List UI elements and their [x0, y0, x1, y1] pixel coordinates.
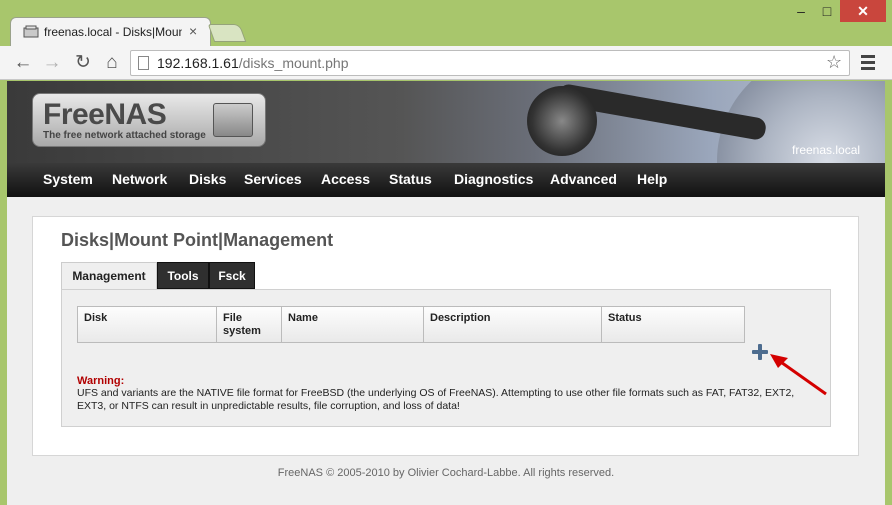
column-name: Name: [282, 307, 424, 342]
menu-advanced[interactable]: Advanced: [550, 171, 617, 187]
title-bar: freenas.local - Disks|Moun × ‒ □ ✕: [0, 0, 892, 46]
warning-text: UFS and variants are the NATIVE file for…: [77, 387, 795, 412]
freenas-header: FreeNAS The free network attached storag…: [7, 81, 885, 163]
logo-tagline: The free network attached storage: [43, 130, 206, 141]
browser-window: freenas.local - Disks|Moun × ‒ □ ✕ ← → ↻…: [0, 0, 892, 505]
bookmark-star-icon[interactable]: ☆: [826, 52, 842, 73]
tab-tools[interactable]: Tools: [157, 262, 209, 289]
logo-text: FreeNAS: [43, 98, 167, 131]
new-tab-button[interactable]: [207, 24, 247, 42]
menu-services[interactable]: Services: [244, 171, 302, 187]
url-host: 192.168.1.61: [157, 55, 239, 71]
url-path: /disks_mount.php: [238, 55, 349, 71]
forward-arrow-icon[interactable]: →: [40, 51, 64, 75]
close-window-button[interactable]: ✕: [840, 0, 886, 22]
menu-disks[interactable]: Disks: [189, 171, 226, 187]
tab-close-icon[interactable]: ×: [189, 23, 197, 39]
tab-fsck[interactable]: Fsck: [209, 262, 255, 289]
minimize-button[interactable]: ‒: [788, 0, 814, 22]
management-panel: Disk File system Name Description Status…: [61, 289, 831, 427]
column-file-system: File system: [217, 307, 282, 342]
url-text[interactable]: 192.168.1.61/disks_mount.php: [157, 55, 348, 71]
server-icon: [213, 103, 253, 137]
browser-toolbar: ← → ↻ ⌂ 192.168.1.61/disks_mount.php ☆: [0, 46, 892, 80]
page-icon: [138, 56, 149, 70]
tab-title: freenas.local - Disks|Moun: [44, 25, 182, 39]
footer-copyright: FreeNAS © 2005-2010 by Olivier Cochard-L…: [277, 467, 615, 479]
column-description: Description: [424, 307, 602, 342]
menu-status[interactable]: Status: [389, 171, 432, 187]
browser-tab[interactable]: freenas.local - Disks|Moun ×: [10, 17, 211, 46]
column-status: Status: [608, 312, 642, 324]
warning-title: Warning:: [77, 375, 125, 387]
page-title: Disks|Mount Point|Management: [61, 230, 334, 250]
menu-help[interactable]: Help: [637, 171, 667, 187]
favicon-icon: [23, 25, 39, 38]
main-menu: System Network Disks Services Access Sta…: [7, 163, 885, 197]
mount-table-header: Disk File system Name Description Status: [77, 306, 745, 343]
back-arrow-icon[interactable]: ←: [11, 51, 35, 75]
menu-system[interactable]: System: [43, 171, 93, 187]
freenas-logo[interactable]: FreeNAS The free network attached storag…: [32, 93, 266, 147]
reload-icon[interactable]: ↻: [71, 51, 95, 75]
column-disk: Disk: [78, 307, 217, 342]
web-page: FreeNAS The free network attached storag…: [7, 81, 885, 505]
menu-access[interactable]: Access: [321, 171, 370, 187]
browser-menu-icon[interactable]: [857, 52, 879, 74]
address-bar[interactable]: 192.168.1.61/disks_mount.php ☆: [130, 50, 850, 76]
menu-diagnostics[interactable]: Diagnostics: [454, 171, 533, 187]
content-panel: Disks|Mount Point|Management Management …: [32, 216, 859, 456]
tab-management[interactable]: Management: [61, 262, 157, 289]
menu-network[interactable]: Network: [112, 171, 167, 187]
maximize-button[interactable]: □: [814, 0, 840, 22]
home-icon[interactable]: ⌂: [100, 51, 124, 75]
hostname-label: freenas.local: [792, 143, 861, 157]
